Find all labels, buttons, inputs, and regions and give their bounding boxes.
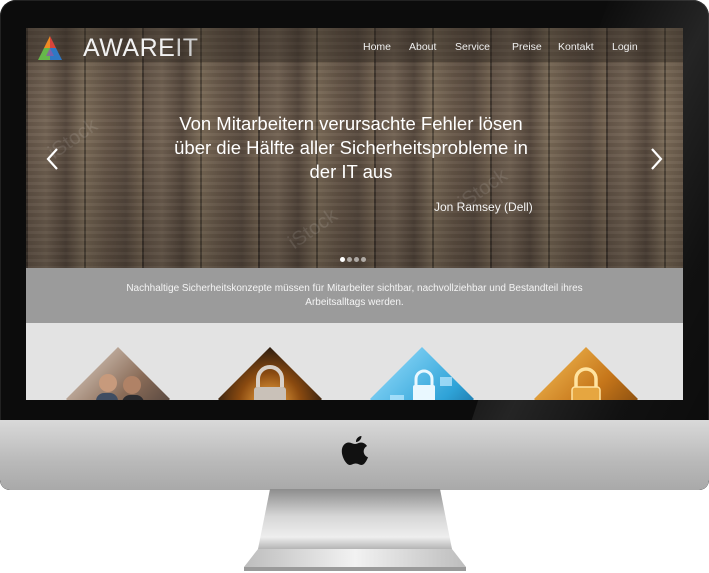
apple-logo-icon [341, 436, 368, 465]
feature-tiles [26, 323, 683, 400]
tagline-text: Nachhaltige Sicherheitskonzepte müssen f… [96, 282, 613, 310]
nav-kontakt[interactable]: Kontakt [558, 40, 594, 54]
nav-home[interactable]: Home [363, 40, 391, 54]
quote-line: der IT aus [309, 161, 393, 182]
quote-author: Jon Ramsey (Dell) [434, 200, 533, 214]
imac-monitor: iStock iStock iStock AWAREIT Home About … [0, 0, 709, 490]
chevron-left-icon[interactable] [44, 146, 62, 172]
padlock-circuit-icon[interactable] [218, 347, 322, 400]
watermark: iStock [284, 204, 342, 254]
logo-text-main: AWARE [83, 34, 176, 62]
nav-about[interactable]: About [409, 40, 436, 54]
nav-preise[interactable]: Preise [512, 40, 542, 54]
tagline-line: Nachhaltige Sicherheitskonzepte müssen f… [126, 283, 583, 294]
quote-line: über die Hälfte aller Sicherheitsproblem… [174, 137, 528, 158]
team-photo-icon[interactable] [66, 347, 170, 400]
navbar: AWAREIT Home About Service Preise Kontak… [26, 28, 683, 62]
quote-line: Von Mitarbeitern verursachte Fehler löse… [179, 113, 523, 134]
logo-icon[interactable] [37, 36, 63, 60]
slider-dot[interactable] [361, 257, 366, 262]
logo-text-accent: IT [175, 34, 199, 62]
chevron-right-icon[interactable] [647, 146, 665, 172]
slider-dot[interactable] [340, 257, 345, 262]
monitor-stand [244, 489, 466, 571]
nav-login[interactable]: Login [612, 40, 638, 54]
nav-service[interactable]: Service [455, 40, 490, 54]
website-screen: iStock iStock iStock AWAREIT Home About … [26, 28, 683, 400]
slider-dot[interactable] [354, 257, 359, 262]
logo-wordmark[interactable]: AWAREIT [83, 33, 199, 63]
digital-lock-icon[interactable] [370, 347, 474, 400]
hero-slider: iStock iStock iStock AWAREIT Home About … [26, 28, 683, 268]
gold-padlock-icon[interactable] [534, 347, 638, 400]
tagline-band: Nachhaltige Sicherheitskonzepte müssen f… [26, 268, 683, 323]
slider-dots [340, 249, 368, 262]
tagline-line: Arbeitsalltags werden. [305, 297, 404, 308]
slider-dot[interactable] [347, 257, 352, 262]
hero-quote: Von Mitarbeitern verursachte Fehler löse… [146, 112, 556, 184]
